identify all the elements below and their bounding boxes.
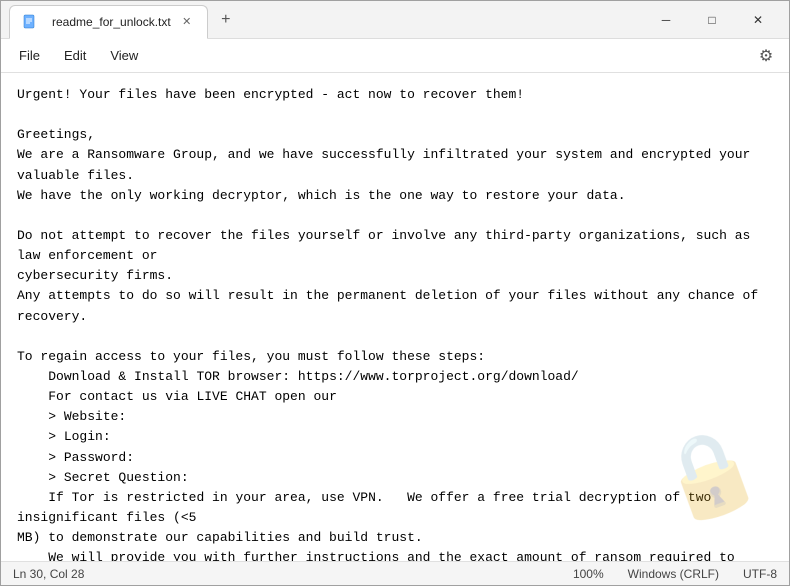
file-menu[interactable]: File <box>9 44 50 67</box>
cursor-position: Ln 30, Col 28 <box>13 567 573 581</box>
minimize-button[interactable]: ─ <box>643 4 689 36</box>
tab-close-button[interactable]: ✕ <box>179 14 195 30</box>
file-icon <box>22 14 38 30</box>
titlebar: readme_for_unlock.txt ✕ + ─ □ ✕ <box>1 1 789 39</box>
statusbar: Ln 30, Col 28 100% Windows (CRLF) UTF-8 <box>1 561 789 585</box>
window-controls: ─ □ ✕ <box>643 4 781 36</box>
tab-label: readme_for_unlock.txt <box>52 15 171 29</box>
encoding: UTF-8 <box>743 567 777 581</box>
content-wrapper: 🔒 Urgent! Your files have been encrypted… <box>1 73 789 561</box>
close-button[interactable]: ✕ <box>735 4 781 36</box>
new-tab-button[interactable]: + <box>212 6 240 34</box>
edit-menu[interactable]: Edit <box>54 44 96 67</box>
settings-button[interactable]: ⚙ <box>751 41 781 71</box>
titlebar-left: readme_for_unlock.txt ✕ + <box>9 1 643 39</box>
text-content[interactable]: Urgent! Your files have been encrypted -… <box>1 73 789 561</box>
menubar: File Edit View ⚙ <box>1 39 789 73</box>
status-right: 100% Windows (CRLF) UTF-8 <box>573 567 777 581</box>
view-menu[interactable]: View <box>100 44 148 67</box>
notepad-window: readme_for_unlock.txt ✕ + ─ □ ✕ File Edi… <box>0 0 790 586</box>
line-ending: Windows (CRLF) <box>628 567 719 581</box>
zoom-level: 100% <box>573 567 604 581</box>
active-tab[interactable]: readme_for_unlock.txt ✕ <box>9 5 208 39</box>
maximize-button[interactable]: □ <box>689 4 735 36</box>
